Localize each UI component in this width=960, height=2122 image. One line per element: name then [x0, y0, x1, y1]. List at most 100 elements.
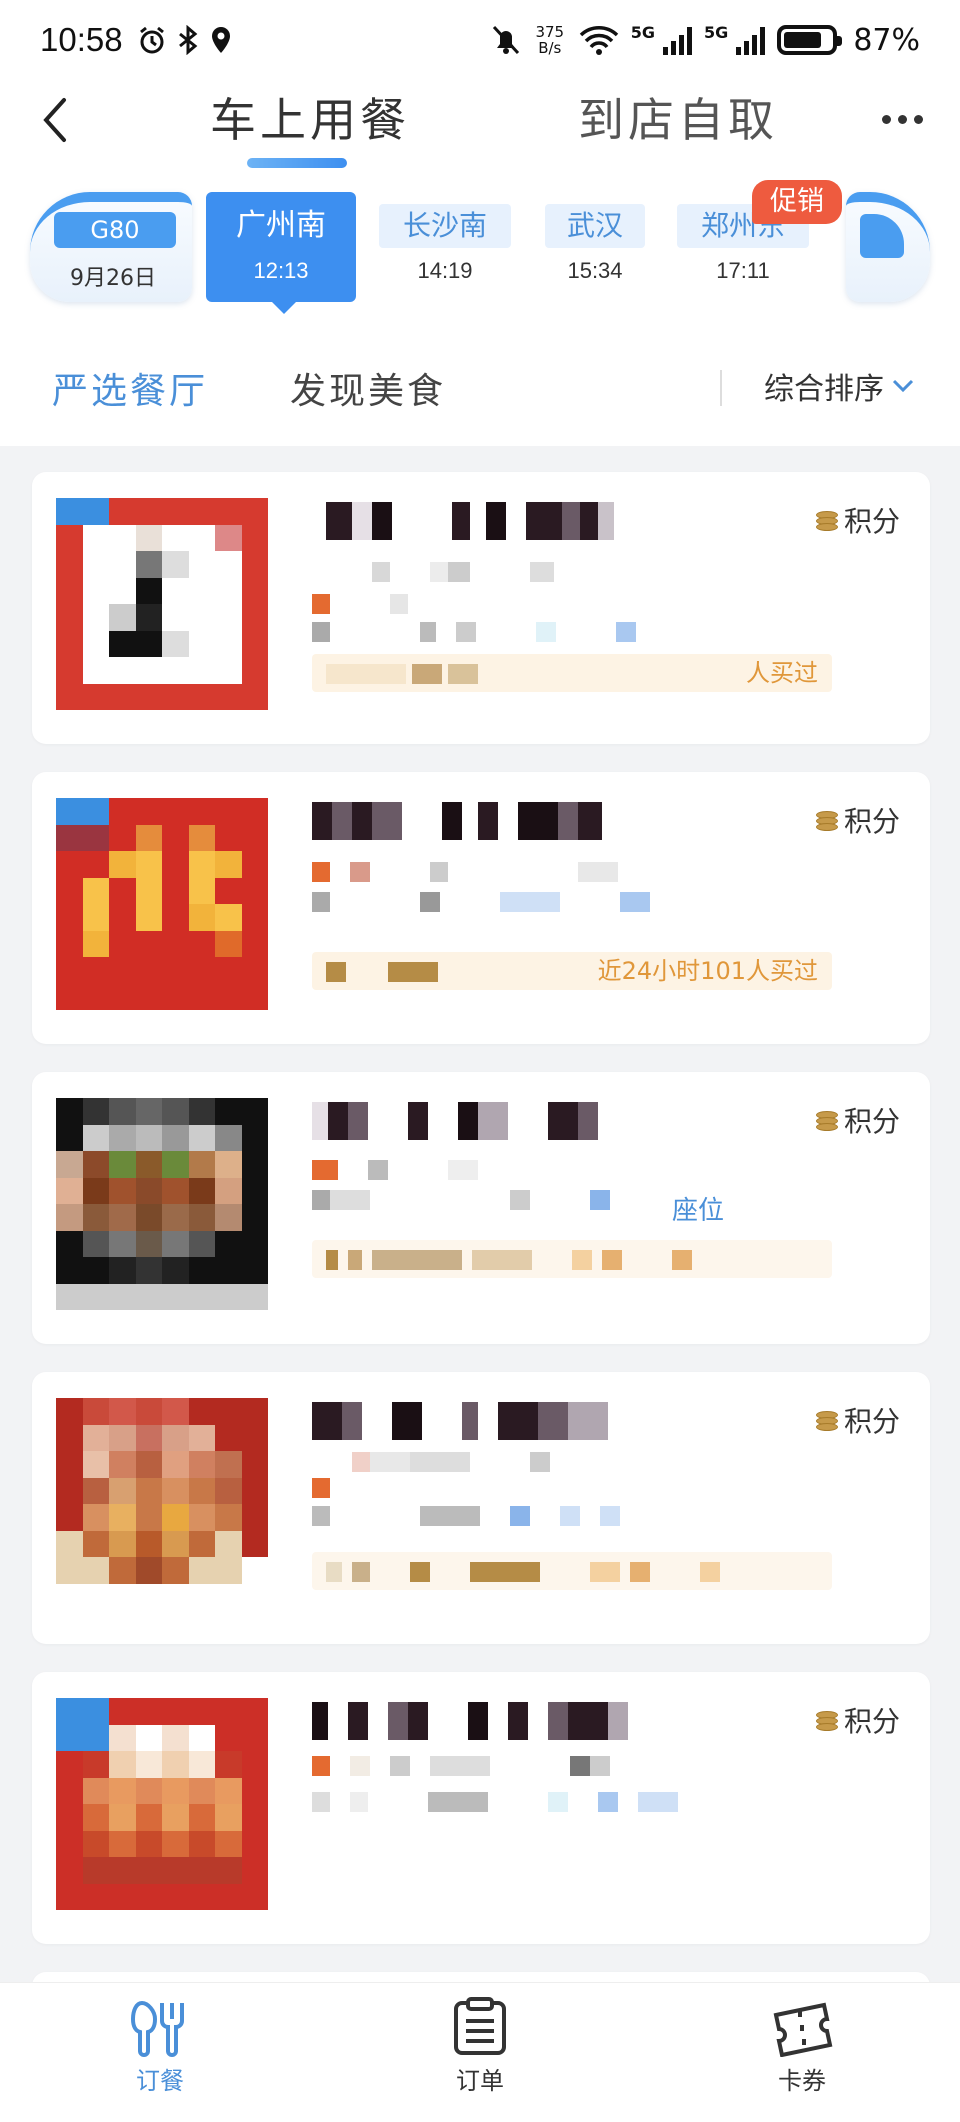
restaurant-tags-redacted — [312, 892, 692, 912]
points-badge: 积分 — [815, 1700, 900, 1740]
coin-icon — [815, 1409, 838, 1431]
points-badge: 积分 — [815, 500, 900, 540]
nav-coupons[interactable]: 卡券 — [742, 1997, 862, 2096]
station-time: 14:19 — [417, 258, 473, 283]
station-selector: G80 9月26日 广州南 12:13 长沙南 14:19 武汉 15:34 郑… — [0, 180, 960, 320]
points-badge: 积分 — [815, 800, 900, 840]
restaurant-tags-redacted — [312, 594, 672, 614]
status-time: 10:58 — [40, 21, 123, 58]
filter-bar: 严选餐厅 发现美食 综合排序 — [0, 320, 960, 446]
net-speed: 375 B/s — [535, 23, 565, 57]
signal-icon-2 — [736, 25, 766, 55]
station-time: 17:11 — [716, 258, 770, 283]
wifi-icon — [579, 26, 618, 55]
coin-icon — [815, 809, 838, 831]
restaurant-desc-redacted — [312, 1452, 652, 1472]
sales-count: 人买过 — [746, 659, 818, 687]
restaurant-name-redacted — [312, 802, 652, 840]
points-badge: 积分 — [815, 1400, 900, 1440]
tab-store-pickup[interactable]: 到店自取 — [578, 80, 778, 160]
restaurant-thumbnail — [56, 498, 268, 710]
nav-label: 订单 — [456, 2067, 504, 2095]
station-name: 武汉 — [545, 204, 645, 248]
battery-icon — [777, 25, 843, 55]
restaurant-info-redacted — [312, 1506, 732, 1526]
points-badge: 积分 — [815, 1100, 900, 1140]
tab-discover-food[interactable]: 发现美食 — [290, 362, 446, 414]
more-button[interactable] — [882, 104, 932, 134]
restaurant-desc-redacted — [312, 1160, 612, 1180]
sales-count: 近24小时101人买过 — [597, 957, 818, 985]
battery-level: 87% — [853, 22, 920, 58]
alarm-icon — [139, 26, 164, 54]
station-item[interactable]: 广州南 12:13 — [206, 192, 356, 314]
restaurant-card[interactable]: 积分 — [32, 1672, 930, 1944]
coin-icon — [815, 509, 838, 531]
restaurant-tags-redacted — [312, 1190, 732, 1210]
restaurant-info-redacted — [312, 1792, 712, 1812]
restaurant-name-redacted — [312, 1102, 652, 1140]
bluetooth-icon — [178, 25, 197, 55]
clipboard-icon — [454, 1997, 506, 2055]
status-bar: 10:58 375 B/s 5G 5G 87% — [0, 0, 960, 80]
restaurant-card[interactable]: 积分 — [32, 1372, 930, 1644]
restaurant-info-redacted — [312, 622, 712, 642]
station-item[interactable]: 武汉 15:34 — [520, 192, 670, 302]
sales-tag: 人买过 — [312, 654, 832, 692]
train-date: 9月26日 — [70, 266, 156, 291]
fork-knife-icon — [130, 2000, 184, 2057]
station-time: 15:34 — [567, 258, 623, 283]
train-number: G80 — [54, 212, 176, 248]
points-label: 积分 — [843, 1405, 900, 1438]
restaurant-thumbnail — [56, 1398, 268, 1610]
restaurant-card[interactable]: 人买过 积分 — [32, 472, 930, 744]
restaurant-thumbnail — [56, 1698, 268, 1910]
points-label: 积分 — [843, 805, 900, 838]
nav-label: 订餐 — [136, 2067, 184, 2095]
restaurant-desc-redacted — [312, 1756, 652, 1776]
points-label: 积分 — [843, 1705, 900, 1738]
sales-tag: 近24小时101人买过 — [312, 952, 832, 990]
restaurant-card[interactable]: 近24小时101人买过 积分 — [32, 772, 930, 1044]
station-name: 广州南 — [236, 208, 326, 243]
dot-icon — [914, 114, 923, 124]
restaurant-name-redacted — [312, 1702, 652, 1740]
restaurant-card[interactable]: 座位 积分 — [32, 1072, 930, 1344]
restaurant-desc-redacted — [312, 562, 612, 582]
restaurant-desc-redacted — [312, 862, 652, 882]
promo-badge: 促销 — [752, 180, 842, 224]
restaurant-tags-redacted — [312, 1478, 392, 1498]
dot-icon — [898, 114, 907, 124]
train-tail-graphic — [846, 192, 930, 302]
back-button[interactable] — [34, 90, 74, 150]
tab-indicator — [247, 158, 347, 168]
points-label: 积分 — [843, 1105, 900, 1138]
restaurant-thumbnail — [56, 798, 268, 1010]
station-item[interactable]: 长沙南 14:19 — [370, 192, 520, 302]
restaurant-name-redacted — [312, 1402, 652, 1440]
sales-tag — [312, 1552, 832, 1590]
nav-order-food[interactable]: 订餐 — [100, 1997, 220, 2096]
mute-bell-icon — [492, 25, 519, 55]
sort-dropdown[interactable]: 综合排序 — [764, 364, 914, 408]
sales-tag — [312, 1240, 832, 1278]
tab-selected-restaurants[interactable]: 严选餐厅 — [52, 362, 208, 414]
divider — [720, 370, 722, 406]
coin-icon — [815, 1709, 838, 1731]
station-name: 长沙南 — [379, 204, 511, 248]
chevron-left-icon — [43, 98, 66, 142]
points-label: 积分 — [843, 505, 900, 538]
sort-label: 综合排序 — [764, 372, 884, 407]
nav-orders[interactable]: 订单 — [420, 1997, 540, 2096]
train-info: G80 9月26日 — [30, 192, 192, 302]
nav-label: 卡券 — [778, 2067, 826, 2095]
tab-onboard-dining[interactable]: 车上用餐 — [210, 80, 410, 160]
restaurant-thumbnail — [56, 1098, 268, 1310]
coin-icon — [815, 1109, 838, 1131]
restaurant-name-redacted — [312, 502, 652, 540]
ticket-icon — [773, 2002, 833, 2057]
signal-icon — [663, 25, 693, 55]
station-time: 12:13 — [253, 258, 309, 283]
dot-icon — [882, 114, 891, 124]
bottom-navigation: 订餐 订单 卡券 — [0, 1982, 960, 2122]
